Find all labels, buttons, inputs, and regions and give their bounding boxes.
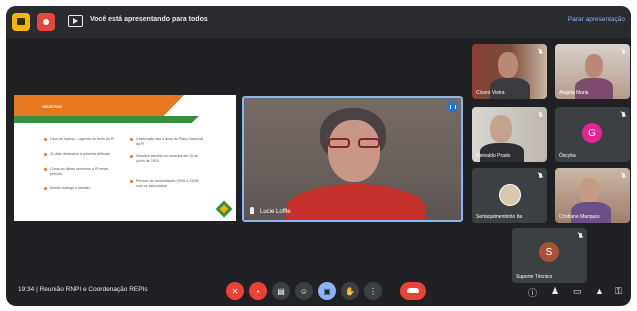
participant-name: Angela Maria [559, 90, 589, 96]
mic-muted-icon [622, 49, 625, 54]
slide-bullet: Período de consolidação 29/06 a 15/08 co… [130, 179, 206, 188]
avatar: G [582, 123, 602, 143]
presenting-icon [68, 15, 83, 27]
participant-face [498, 52, 518, 78]
slide-bullet: Sessões abertas ao consulta até 25 de ju… [130, 154, 206, 163]
record-icon[interactable] [37, 13, 55, 31]
avatar: S [539, 242, 559, 262]
app-icon[interactable] [12, 13, 30, 31]
chat-icon[interactable]: ▭ [573, 286, 582, 297]
participant-tile[interactable]: Reinaldo Prado [472, 107, 547, 162]
raise-hand-icon[interactable]: ✋ [341, 282, 359, 300]
logo-icon [215, 200, 233, 218]
main-speaker-tile[interactable]: Lucie Loffle [242, 96, 463, 222]
participant-name: Óscyka [559, 153, 576, 159]
activities-icon[interactable]: ▲ [595, 286, 604, 296]
meeting-controls-bar: 19:34 | Reunião RNPI e Coordenação REPIs… [6, 274, 631, 306]
speaker-glasses [326, 138, 384, 148]
participant-face [490, 115, 512, 143]
participant-tile[interactable]: Sertaquimentinho Ita [472, 168, 547, 223]
captions-icon[interactable]: ▤ [272, 282, 290, 300]
more-options-icon[interactable]: ⋮ [364, 282, 382, 300]
slide-header-band [14, 95, 184, 116]
meeting-time: 19:34 [18, 286, 35, 293]
meeting-title: Reunião RNPI e Coordenação REPIs [39, 286, 148, 293]
camera-off-icon[interactable]: ▪ [249, 282, 267, 300]
stop-presenting-button[interactable]: Parar apresentação [568, 16, 625, 23]
lock-icon[interactable]: ⚿ [615, 286, 622, 297]
speaker-name: Lucie Loffle [260, 209, 291, 215]
slide-bullet: Manter diálogo e debater. [44, 186, 116, 191]
slide-header-stripe [14, 116, 199, 123]
mic-muted-icon [622, 173, 625, 178]
participant-name: Reinaldo Prado [476, 153, 511, 159]
slide-bullet: Celebração das 4 anos do Plano Nacional … [130, 137, 206, 146]
present-icon[interactable]: ▣ [318, 282, 336, 300]
info-icon[interactable]: ⓘ [528, 286, 537, 299]
slide-bullet: Curva ao último semestre a PI neste perí… [44, 167, 116, 176]
participant-tile[interactable]: Cristiane Marques [555, 168, 630, 223]
participant-tile[interactable]: G Óscyka [555, 107, 630, 162]
end-call-icon[interactable] [400, 282, 426, 300]
slide-title: OBJETIVO [42, 104, 63, 109]
shared-slide: OBJETIVO Lista de tópicos – agenda do te… [14, 95, 236, 221]
people-icon[interactable]: ♟ [551, 286, 559, 297]
slide-bullet: 31 dias dedicados à primeira reflexão [44, 152, 116, 157]
participant-face [579, 178, 599, 204]
mic-off-icon[interactable]: ✕ [226, 282, 244, 300]
participant-name: Cicero Vieira [476, 90, 505, 96]
speaking-indicator-icon [447, 102, 457, 112]
emoji-icon[interactable]: ☺ [295, 282, 313, 300]
avatar [499, 184, 521, 206]
pin-icon[interactable] [250, 207, 254, 214]
mic-muted-icon [539, 112, 542, 117]
presenting-text: Você está apresentando para todos [90, 16, 208, 23]
presentation-bar: Você está apresentando para todos Parar … [6, 6, 631, 38]
mic-muted-icon [622, 112, 625, 117]
slide-bullet: Lista de tópicos – agenda do texto do PI [44, 137, 115, 141]
mic-muted-icon [539, 173, 542, 178]
participant-face [585, 54, 603, 78]
participant-tile[interactable]: Cicero Vieira [472, 44, 547, 99]
mic-muted-icon [579, 233, 582, 238]
mic-muted-icon [539, 49, 542, 54]
meeting-info: 19:34 | Reunião RNPI e Coordenação REPIs [18, 286, 148, 293]
participant-name: Sertaquimentinho Ita [476, 214, 523, 220]
meet-window: Você está apresentando para todos Parar … [6, 6, 631, 306]
participant-name: Cristiane Marques [559, 214, 600, 220]
speaker-face [328, 120, 380, 182]
participant-tile[interactable]: Angela Maria [555, 44, 630, 99]
separator: | [36, 286, 38, 293]
